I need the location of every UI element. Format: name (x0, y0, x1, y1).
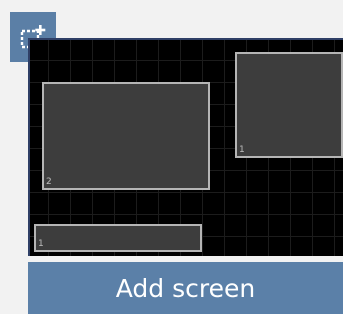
screen-number: 2 (46, 177, 52, 187)
screen-layout-panel: 2 1 1 Add screen (0, 0, 343, 314)
screen-box[interactable]: 2 (42, 82, 210, 190)
screen-number: 1 (38, 239, 44, 249)
screen-number: 1 (239, 145, 245, 155)
screen-box[interactable]: 1 (34, 224, 202, 252)
screen-arrangement-canvas[interactable]: 2 1 1 (28, 38, 343, 256)
screen-box[interactable]: 1 (235, 52, 343, 158)
add-screen-button[interactable]: Add screen (28, 262, 343, 314)
